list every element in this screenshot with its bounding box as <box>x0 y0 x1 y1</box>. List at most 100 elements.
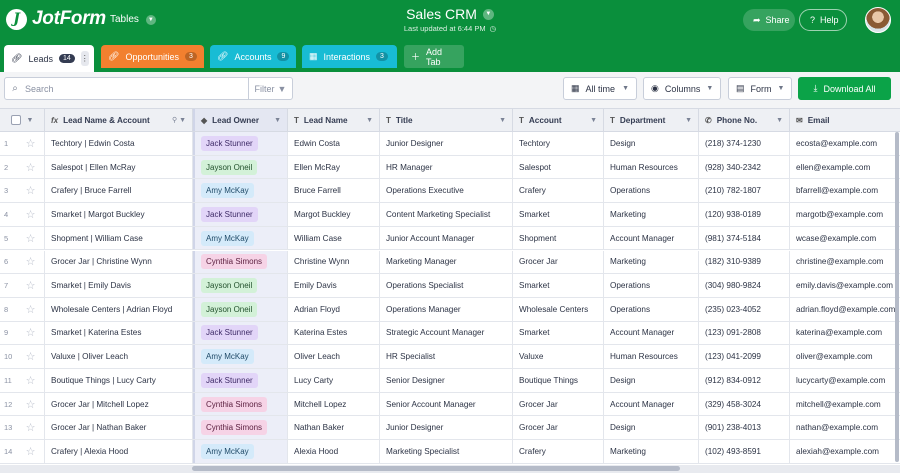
account-cell[interactable]: Smarket <box>513 203 604 226</box>
account-cell[interactable]: Techtory <box>513 132 604 155</box>
phone-cell[interactable]: (235) 023-4052 <box>699 297 790 321</box>
tab-interactions[interactable]: ▦ Interactions 3 <box>302 45 397 68</box>
column-header-title[interactable]: T Title ▼ <box>380 109 513 131</box>
column-header-lead-account[interactable]: fx Lead Name & Account ⚲ ▼ <box>45 109 193 131</box>
star-icon[interactable]: ☆ <box>17 416 45 440</box>
phone-cell[interactable]: (123) 041-2099 <box>699 345 790 368</box>
app-title[interactable]: Sales CRM ▼ <box>406 6 494 22</box>
lead-name-cell[interactable]: Adrian Floyd <box>288 297 380 321</box>
account-cell[interactable]: Boutique Things <box>513 369 604 392</box>
star-icon[interactable]: ☆ <box>17 226 45 250</box>
lead-name-cell[interactable]: Katerina Estes <box>288 321 380 345</box>
table-row[interactable]: 2 ☆ Salespot | Ellen McRay Jayson Oneil Elle… <box>0 155 900 180</box>
email-cell[interactable]: ellen@example.com <box>790 156 900 179</box>
lead-owner-cell[interactable]: Jack Stunner <box>193 203 288 226</box>
star-icon[interactable]: ☆ <box>17 440 45 463</box>
lead-account-cell[interactable]: Smarket | Katerina Estes <box>45 321 193 345</box>
columns-dropdown[interactable]: ◉ Columns ▼ <box>643 77 721 100</box>
email-cell[interactable]: christine@example.com <box>790 251 900 274</box>
table-row[interactable]: 10 ☆ Valuxe | Oliver Leach Amy McKay Oliver … <box>0 345 900 369</box>
column-header-lead-owner[interactable]: ◆ Lead Owner ▼ <box>193 109 288 131</box>
column-header-department[interactable]: T Department ▼ <box>604 109 699 131</box>
lead-owner-cell[interactable]: Jack Stunner <box>193 369 288 392</box>
column-header-lead-name[interactable]: T Lead Name ▼ <box>288 109 380 131</box>
email-cell[interactable]: adrian.floyd@example.com <box>790 298 900 321</box>
title-cell[interactable]: Junior Account Manager <box>380 226 513 250</box>
lead-owner-cell[interactable]: Cynthia Simons <box>193 250 288 274</box>
department-cell[interactable]: Marketing <box>604 440 699 463</box>
lead-owner-cell[interactable]: Amy McKay <box>193 440 288 463</box>
lead-owner-cell[interactable]: Jayson Oneil <box>193 297 288 321</box>
table-row[interactable]: 8 ☆ Wholesale Centers | Adrian Floyd Jayson… <box>0 297 900 322</box>
title-cell[interactable]: Operations Specialist <box>380 274 513 297</box>
lead-name-cell[interactable]: Ellen McRay <box>288 155 380 179</box>
filter-button[interactable]: Filter ▼ <box>248 78 292 99</box>
pin-icon[interactable]: ⚲ ▼ <box>172 116 186 124</box>
lead-name-cell[interactable]: Christine Wynn <box>288 250 380 274</box>
phone-cell[interactable]: (901) 238-4013 <box>699 416 790 440</box>
lead-name-cell[interactable]: Emily Davis <box>288 274 380 297</box>
table-row[interactable]: 3 ☆ Crafery | Bruce Farrell Amy McKay Bruce … <box>0 179 900 204</box>
star-icon[interactable]: ☆ <box>17 250 45 274</box>
tab-accounts[interactable]: 🔗︎ Accounts 9 <box>210 45 296 68</box>
table-row[interactable]: 9 ☆ Smarket | Katerina Estes Jack Stunner Ka… <box>0 321 900 346</box>
table-row[interactable]: 7 ☆ Smarket | Emily Davis Jayson Oneil Emily… <box>0 274 900 298</box>
share-button[interactable]: ➦ Share <box>743 9 795 31</box>
department-cell[interactable]: Human Resources <box>604 345 699 368</box>
phone-cell[interactable]: (182) 310-9389 <box>699 250 790 274</box>
lead-account-cell[interactable]: Shopment | William Case <box>45 226 193 250</box>
account-cell[interactable]: Grocer Jar <box>513 392 604 416</box>
more-vertical-icon[interactable]: ⋮ <box>80 51 89 66</box>
chevron-down-icon[interactable]: ▼ <box>685 117 692 124</box>
search-input[interactable]: Search <box>25 84 248 94</box>
select-all-checkbox[interactable] <box>10 115 21 125</box>
phone-cell[interactable]: (120) 938-0189 <box>699 203 790 226</box>
phone-cell[interactable]: (912) 834-0912 <box>699 369 790 392</box>
email-cell[interactable]: emily.davis@example.com <box>790 274 900 297</box>
title-cell[interactable]: Marketing Manager <box>380 250 513 274</box>
account-cell[interactable]: Valuxe <box>513 345 604 368</box>
email-cell[interactable]: margotb@example.com <box>790 203 900 226</box>
star-icon[interactable]: ☆ <box>17 274 45 297</box>
account-cell[interactable]: Grocer Jar <box>513 250 604 274</box>
lead-account-cell[interactable]: Boutique Things | Lucy Carty <box>45 369 193 392</box>
lead-name-cell[interactable]: Nathan Baker <box>288 416 380 440</box>
lead-name-cell[interactable]: Bruce Farrell <box>288 179 380 203</box>
department-cell[interactable]: Account Manager <box>604 321 699 345</box>
title-cell[interactable]: Junior Designer <box>380 416 513 440</box>
title-cell[interactable]: Operations Manager <box>380 297 513 321</box>
table-row[interactable]: 6 ☆ Grocer Jar | Christine Wynn Cynthia Sim… <box>0 250 900 275</box>
account-cell[interactable]: Wholesale Centers <box>513 297 604 321</box>
column-header-account[interactable]: T Account ▼ <box>513 109 604 131</box>
chevron-down-icon[interactable]: ▼ <box>590 117 597 124</box>
department-cell[interactable]: Design <box>604 369 699 392</box>
department-cell[interactable]: Design <box>604 132 699 155</box>
tables-menu[interactable]: Tables ▼ <box>110 14 156 25</box>
add-tab-button[interactable]: ＋ Add Tab <box>404 45 464 68</box>
account-cell[interactable]: Salespot <box>513 155 604 179</box>
time-range-dropdown[interactable]: ▦ All time ▼ <box>563 77 637 100</box>
department-cell[interactable]: Marketing <box>604 250 699 274</box>
chevron-down-icon[interactable]: ▼ <box>366 117 373 124</box>
email-cell[interactable]: katerina@example.com <box>790 322 900 345</box>
jotform-logo[interactable]: J JotForm <box>6 8 106 30</box>
search-box[interactable]: ⌕ Search Filter ▼ <box>4 77 293 100</box>
email-cell[interactable]: alexiah@example.com <box>790 440 900 463</box>
department-cell[interactable]: Account Manager <box>604 392 699 416</box>
lead-account-cell[interactable]: Crafery | Alexia Hood <box>45 440 193 463</box>
lead-name-cell[interactable]: Margot Buckley <box>288 203 380 226</box>
star-icon[interactable]: ☆ <box>17 392 45 416</box>
star-icon[interactable]: ☆ <box>17 179 45 203</box>
help-button[interactable]: ? Help <box>799 9 847 31</box>
header-select-all[interactable]: ▼ <box>0 109 45 131</box>
account-cell[interactable]: Crafery <box>513 179 604 203</box>
account-cell[interactable]: Grocer Jar <box>513 416 604 440</box>
lead-owner-cell[interactable]: Cynthia Simons <box>193 416 288 440</box>
star-icon[interactable]: ☆ <box>17 369 45 392</box>
title-cell[interactable]: Content Marketing Specialist <box>380 203 513 226</box>
column-header-phone[interactable]: ✆ Phone No. ▼ <box>699 109 790 131</box>
star-icon[interactable]: ☆ <box>17 345 45 368</box>
lead-account-cell[interactable]: Salespot | Ellen McRay <box>45 155 193 179</box>
star-icon[interactable]: ☆ <box>17 132 45 155</box>
phone-cell[interactable]: (981) 374-5184 <box>699 226 790 250</box>
